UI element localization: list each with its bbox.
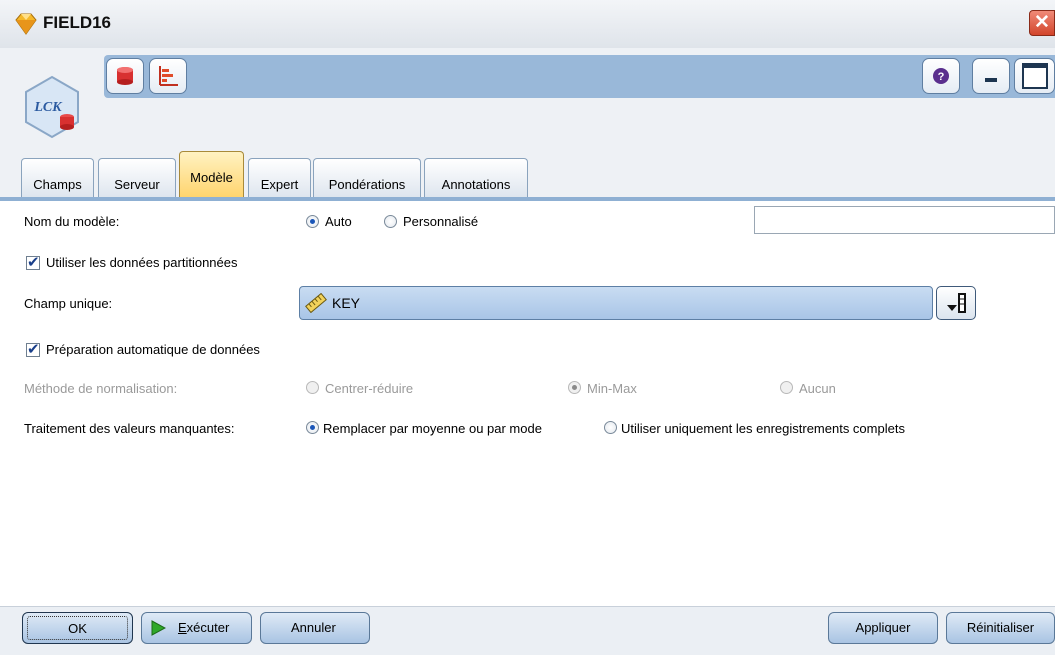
- cancel-button[interactable]: Annuler: [260, 612, 370, 644]
- bar-chart-icon: [159, 66, 178, 86]
- tab-annotations[interactable]: Annotations: [424, 158, 528, 198]
- svg-text:LCK: LCK: [33, 100, 63, 115]
- tab-champs[interactable]: Champs: [21, 158, 94, 198]
- apply-button[interactable]: Appliquer: [828, 612, 938, 644]
- maximize-button[interactable]: [1014, 58, 1055, 94]
- use-partitioned-label[interactable]: Utiliser les données partitionnées: [46, 255, 238, 270]
- tab-ponderations[interactable]: Pondérations: [313, 158, 421, 198]
- window-title: FIELD16: [43, 13, 112, 32]
- unique-field-label: Champ unique:: [24, 296, 113, 311]
- reset-button-label: Réinitialiser: [966, 620, 1035, 635]
- field-picker-button[interactable]: [936, 286, 976, 320]
- toolbar: [104, 55, 1055, 98]
- model-name-auto-radio[interactable]: [306, 215, 319, 228]
- database-icon: [117, 67, 133, 85]
- close-button[interactable]: ✕: [1029, 10, 1055, 36]
- model-name-label: Nom du modèle:: [24, 214, 120, 229]
- database-button[interactable]: [106, 58, 144, 94]
- normalization-label: Méthode de normalisation:: [24, 381, 178, 396]
- maximize-icon: [1022, 63, 1048, 89]
- normalization-minmax-label[interactable]: Min-Max: [587, 381, 637, 396]
- minimize-button[interactable]: [972, 58, 1010, 94]
- play-icon: [151, 620, 166, 636]
- help-button[interactable]: ?: [922, 58, 960, 94]
- chart-button[interactable]: [149, 58, 187, 94]
- reset-button[interactable]: Réinitialiser: [946, 612, 1055, 644]
- model-name-input[interactable]: [754, 206, 1055, 234]
- ok-button-label: OK: [27, 616, 128, 640]
- title-bar: [0, 0, 1055, 49]
- missing-complete-radio[interactable]: [604, 421, 617, 434]
- model-name-auto-label[interactable]: Auto: [325, 214, 352, 229]
- unique-field-value: KEY: [332, 295, 361, 311]
- model-name-custom-radio[interactable]: [384, 215, 397, 228]
- minimize-icon: [985, 78, 997, 82]
- regression-node-icon: LCK: [25, 75, 79, 139]
- normalization-none-label[interactable]: Aucun: [799, 381, 836, 396]
- close-icon: ✕: [1034, 12, 1050, 33]
- missing-values-label: Traitement des valeurs manquantes:: [24, 421, 235, 436]
- normalization-zscore-radio[interactable]: [306, 381, 319, 394]
- ruler-icon: [305, 293, 327, 313]
- field-picker-icon: [947, 293, 966, 313]
- cancel-button-label: Annuler: [291, 620, 336, 635]
- tab-serveur[interactable]: Serveur: [98, 158, 176, 198]
- missing-replace-radio[interactable]: [306, 421, 319, 434]
- tab-modele[interactable]: Modèle: [179, 151, 244, 199]
- normalization-zscore-label[interactable]: Centrer-réduire: [325, 381, 413, 396]
- normalization-minmax-radio[interactable]: [568, 381, 581, 394]
- unique-field-box[interactable]: [299, 286, 933, 320]
- model-name-custom-label[interactable]: Personnalisé: [403, 214, 478, 229]
- apply-button-label: Appliquer: [855, 620, 911, 635]
- missing-replace-label[interactable]: Remplacer par moyenne ou par mode: [323, 421, 542, 436]
- run-button-label: Exécuter: [178, 620, 230, 635]
- tab-expert[interactable]: Expert: [248, 158, 311, 198]
- run-button[interactable]: Exécuter: [141, 612, 252, 644]
- auto-data-prep-checkbox[interactable]: [26, 340, 40, 358]
- svg-text:?: ?: [938, 71, 945, 83]
- use-partitioned-checkbox[interactable]: [26, 253, 40, 271]
- normalization-none-radio[interactable]: [780, 381, 793, 394]
- help-icon: ?: [933, 68, 949, 84]
- auto-data-prep-label[interactable]: Préparation automatique de données: [46, 342, 260, 357]
- ok-button[interactable]: OK: [22, 612, 133, 644]
- missing-complete-label[interactable]: Utiliser uniquement les enregistrements …: [621, 421, 905, 436]
- nugget-diamond-icon: [15, 13, 37, 35]
